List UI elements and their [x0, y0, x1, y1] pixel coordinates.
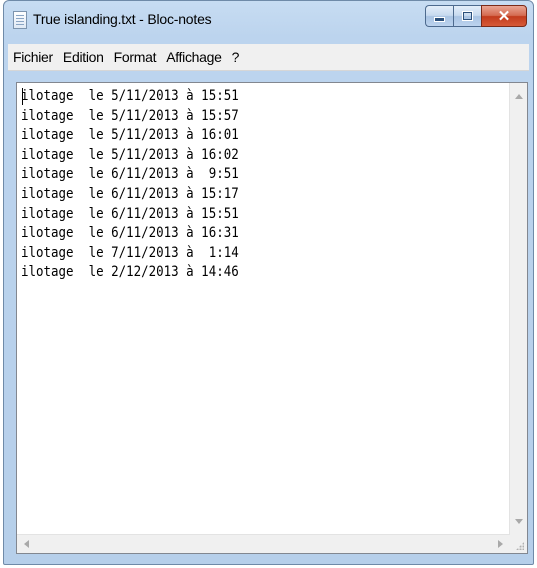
notepad-icon[interactable]: [13, 11, 27, 29]
menu-affichage[interactable]: Affichage: [161, 49, 226, 65]
text-line: ilotage le 5/11/2013 à 16:02: [21, 146, 239, 163]
caption-buttons: ✕: [425, 5, 527, 27]
vertical-scrollbar[interactable]: [509, 83, 527, 535]
text-line: ilotage le 2/12/2013 à 14:46: [21, 264, 239, 281]
scroll-left-icon[interactable]: [24, 540, 29, 548]
scroll-up-icon[interactable]: [515, 94, 523, 99]
menu-fichier[interactable]: Fichier: [8, 49, 58, 65]
minimize-button[interactable]: [425, 5, 453, 27]
text-line: ilotage le 6/11/2013 à 9:51: [21, 166, 239, 183]
maximize-icon: [463, 12, 472, 20]
text-line: ilotage le 6/11/2013 à 16:31: [21, 225, 239, 242]
text-line: ilotage le 7/11/2013 à 1:14: [21, 244, 239, 261]
size-grip[interactable]: [510, 535, 527, 553]
text-line: ilotage le 5/11/2013 à 15:51: [21, 88, 239, 104]
scroll-right-icon[interactable]: [498, 540, 503, 548]
scroll-down-icon[interactable]: [515, 519, 523, 524]
title-bar[interactable]: True islanding.txt - Bloc-notes ✕: [4, 1, 533, 39]
maximize-button[interactable]: [453, 5, 481, 27]
text-editor[interactable]: ilotage le 5/11/2013 à 15:51 ilotage le 5…: [16, 82, 528, 554]
close-button[interactable]: ✕: [481, 5, 527, 27]
window-title: True islanding.txt - Bloc-notes: [33, 11, 212, 27]
text-caret: [22, 88, 23, 105]
horizontal-scrollbar[interactable]: [17, 534, 510, 553]
document-text[interactable]: ilotage le 5/11/2013 à 15:51 ilotage le 5…: [21, 87, 441, 531]
close-icon: ✕: [497, 8, 511, 25]
menu-bar: Fichier Edition Format Affichage ?: [8, 44, 529, 71]
menu-format[interactable]: Format: [109, 49, 162, 65]
notepad-window: True islanding.txt - Bloc-notes ✕ Fichie…: [3, 0, 534, 565]
menu-edition[interactable]: Edition: [58, 49, 109, 65]
menu-help[interactable]: ?: [227, 49, 245, 65]
text-line: ilotage le 6/11/2013 à 15:17: [21, 185, 239, 202]
text-line: ilotage le 6/11/2013 à 15:51: [21, 205, 239, 222]
minimize-icon: [434, 16, 445, 22]
text-line: ilotage le 5/11/2013 à 15:57: [21, 107, 239, 124]
text-line: ilotage le 5/11/2013 à 16:01: [21, 127, 239, 144]
resize-grip-icon: [516, 542, 524, 550]
